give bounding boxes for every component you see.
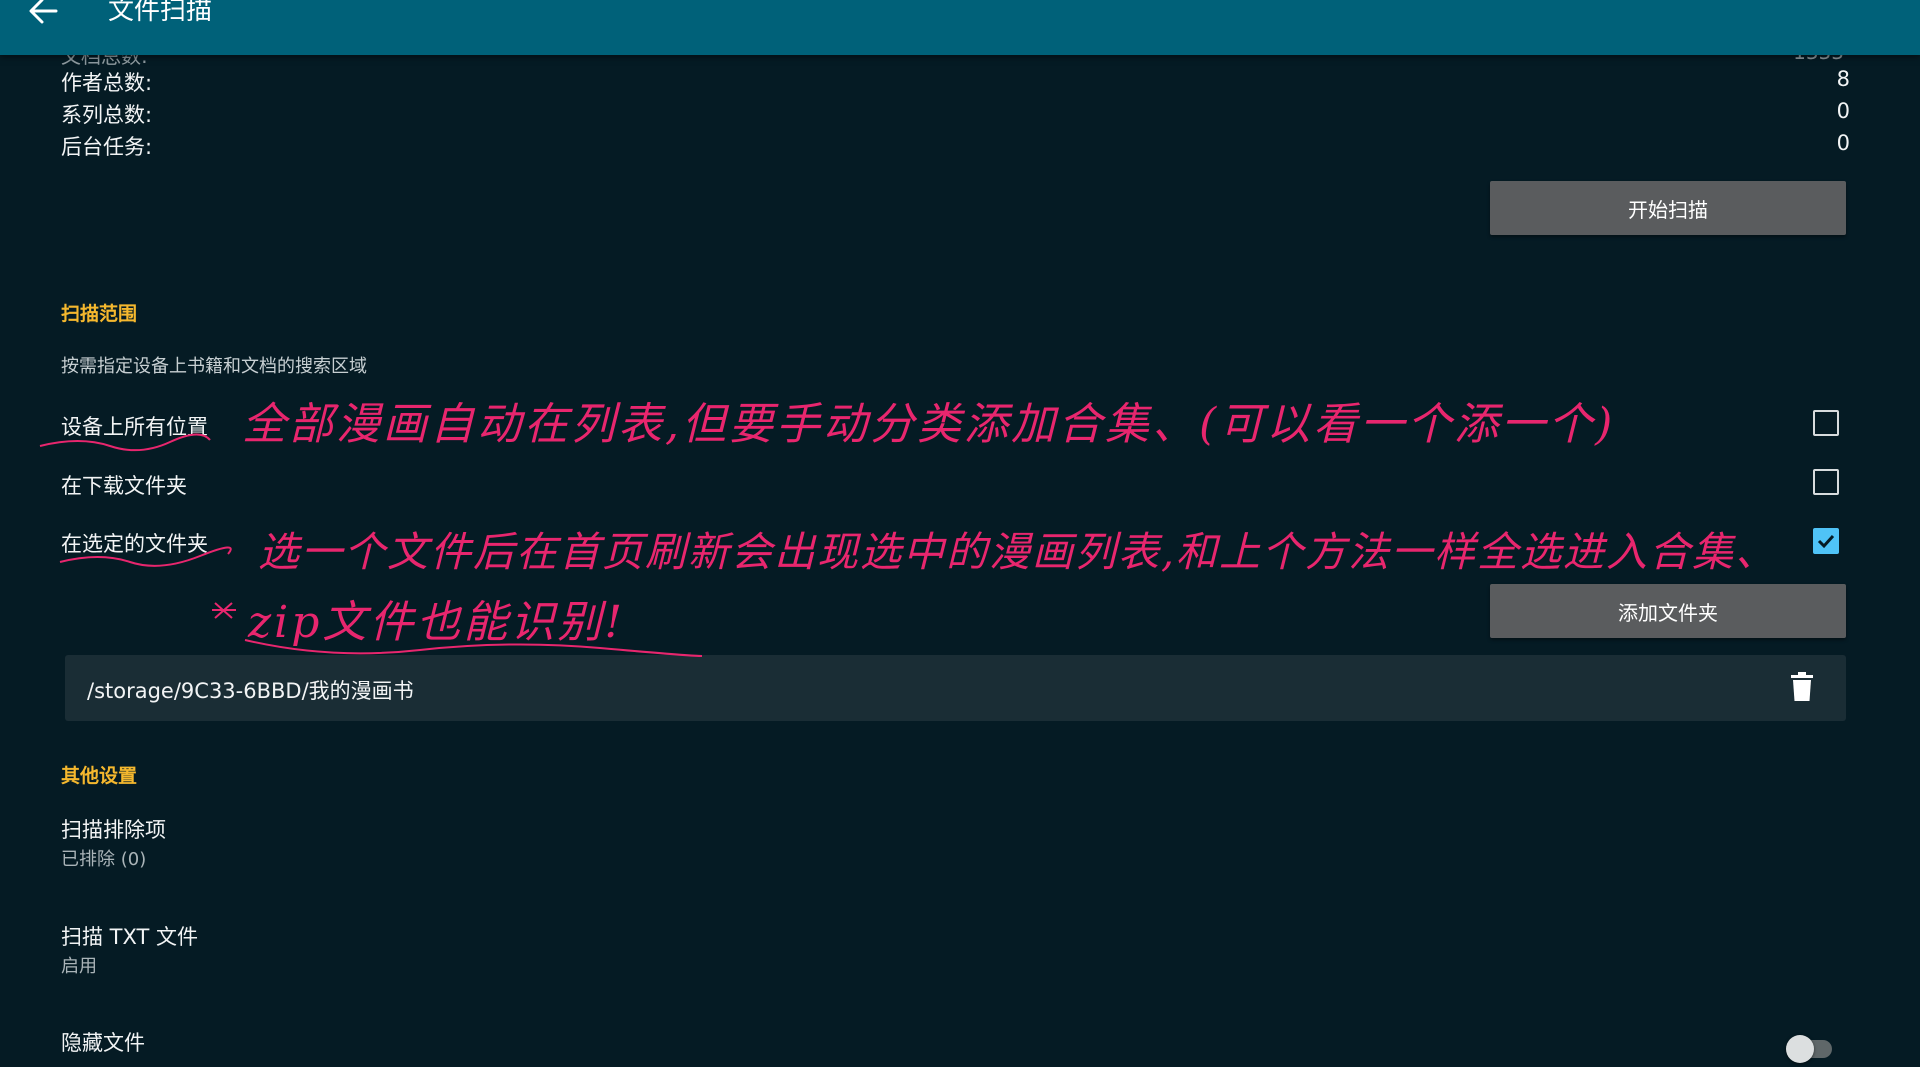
toggle-knob <box>1786 1035 1814 1063</box>
option-label-selected-folder: 在选定的文件夹 <box>61 532 208 556</box>
app-bar: 文件扫描 <box>0 0 1920 55</box>
back-button[interactable] <box>22 0 66 32</box>
annotation-note-2: 选一个文件后在首页刷新会出现选中的漫画列表,和上个方法一样全选进入合集、 <box>258 528 1779 576</box>
option-label-all-locations: 设备上所有位置 <box>61 415 208 439</box>
folder-path: /storage/9C33-6BBD/我的漫画书 <box>87 679 414 703</box>
delete-folder-button[interactable] <box>1790 672 1814 702</box>
section-description: 按需指定设备上书籍和文档的搜索区域 <box>61 356 367 377</box>
hidden-files-toggle[interactable] <box>1786 1035 1832 1063</box>
trash-icon <box>1791 672 1813 701</box>
setting-subtitle-txt: 启用 <box>61 956 97 977</box>
annotation-note-3: zip文件也能识别! <box>248 597 626 648</box>
start-scan-button[interactable]: 开始扫描 <box>1490 181 1846 235</box>
stat-label-tasks: 后台任务: <box>61 135 153 159</box>
annotation-note-1: 全部漫画自动在列表,但要手动分类添加合集、(可以看一个添一个) <box>242 399 1616 450</box>
stat-value-tasks: 0 <box>1836 131 1850 155</box>
checkbox-all-locations[interactable] <box>1813 410 1839 436</box>
setting-title-exclusions: 扫描排除项 <box>61 818 166 842</box>
handwritten-annotations: 全部漫画自动在列表,但要手动分类添加合集、(可以看一个添一个) 选一个文件后在首… <box>0 0 1920 1063</box>
page-title: 文件扫描 <box>108 0 213 26</box>
setting-title-txt: 扫描 TXT 文件 <box>61 925 199 949</box>
option-label-downloads: 在下载文件夹 <box>61 474 187 498</box>
stat-label-authors: 作者总数: <box>61 71 153 95</box>
checkbox-downloads[interactable] <box>1813 469 1839 495</box>
check-icon <box>1817 534 1835 549</box>
stat-value-authors: 8 <box>1836 67 1850 91</box>
stat-value-series: 0 <box>1836 99 1850 123</box>
arrow-left-icon <box>29 0 58 24</box>
annotation-underlines <box>39 433 703 657</box>
setting-subtitle-exclusions: 已排除 (0) <box>61 849 147 870</box>
stat-label-series: 系列总数: <box>61 103 153 127</box>
section-title-scan-scope: 扫描范围 <box>61 303 138 325</box>
setting-title-hidden: 隐藏文件 <box>61 1031 145 1055</box>
folder-list-item: /storage/9C33-6BBD/我的漫画书 <box>65 655 1846 721</box>
add-folder-button[interactable]: 添加文件夹 <box>1490 584 1846 638</box>
section-title-other-settings: 其他设置 <box>61 765 138 787</box>
checkbox-selected-folder[interactable] <box>1813 528 1839 554</box>
